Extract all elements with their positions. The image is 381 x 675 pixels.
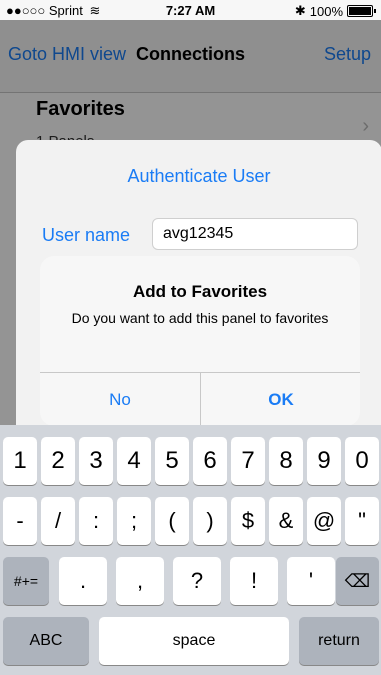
space-key[interactable]: space xyxy=(99,617,289,665)
status-right: ✱ 100% xyxy=(294,3,376,19)
backspace-key[interactable]: ⌫ xyxy=(336,557,379,605)
status-bar: ●●○○○ Sprint ≋ 7:27 AM ✱ 100% xyxy=(0,0,381,20)
key-2[interactable]: 2 xyxy=(41,437,75,485)
key-9[interactable]: 9 xyxy=(307,437,341,485)
key-quote[interactable]: " xyxy=(345,497,379,545)
key-0[interactable]: 0 xyxy=(345,437,379,485)
auth-dialog-title: Authenticate User xyxy=(127,166,271,186)
key-1[interactable]: 1 xyxy=(3,437,37,485)
return-key[interactable]: return xyxy=(299,617,379,665)
abc-key[interactable]: ABC xyxy=(3,617,89,665)
key-at[interactable]: @ xyxy=(307,497,341,545)
add-to-favorites-alert: Add to Favorites Do you want to add this… xyxy=(40,256,360,426)
alert-message: Do you want to add this panel to favorit… xyxy=(71,310,329,326)
key-semicolon[interactable]: ; xyxy=(117,497,151,545)
key-6[interactable]: 6 xyxy=(193,437,227,485)
user-name-label: User name xyxy=(42,225,131,245)
key-exclamation[interactable]: ! xyxy=(230,557,278,605)
key-dollar[interactable]: $ xyxy=(231,497,265,545)
key-apostrophe[interactable]: ' xyxy=(287,557,335,605)
alert-title: Add to Favorites xyxy=(132,282,268,301)
key-colon[interactable]: : xyxy=(79,497,113,545)
no-button[interactable]: No xyxy=(40,373,200,426)
ok-button[interactable]: OK xyxy=(201,373,360,426)
more-symbols-key[interactable]: #+= xyxy=(3,557,49,605)
key-period[interactable]: . xyxy=(59,557,107,605)
bluetooth-icon: ✱ xyxy=(294,3,306,18)
key-comma[interactable]: , xyxy=(116,557,164,605)
keyboard: 1 2 3 4 5 6 7 8 9 0 - / : ; ( ) $ & @ " … xyxy=(0,425,381,675)
key-4[interactable]: 4 xyxy=(117,437,151,485)
key-open-paren[interactable]: ( xyxy=(155,497,189,545)
key-5[interactable]: 5 xyxy=(155,437,189,485)
key-8[interactable]: 8 xyxy=(269,437,303,485)
key-hyphen[interactable]: - xyxy=(3,497,37,545)
user-name-field[interactable]: avg12345 xyxy=(152,218,358,250)
key-slash[interactable]: / xyxy=(41,497,75,545)
key-7[interactable]: 7 xyxy=(231,437,265,485)
key-question[interactable]: ? xyxy=(173,557,221,605)
battery-label: 100% xyxy=(309,3,343,19)
backspace-icon: ⌫ xyxy=(344,571,371,591)
key-close-paren[interactable]: ) xyxy=(193,497,227,545)
battery-icon xyxy=(347,5,376,17)
key-3[interactable]: 3 xyxy=(79,437,113,485)
key-ampersand[interactable]: & xyxy=(269,497,303,545)
